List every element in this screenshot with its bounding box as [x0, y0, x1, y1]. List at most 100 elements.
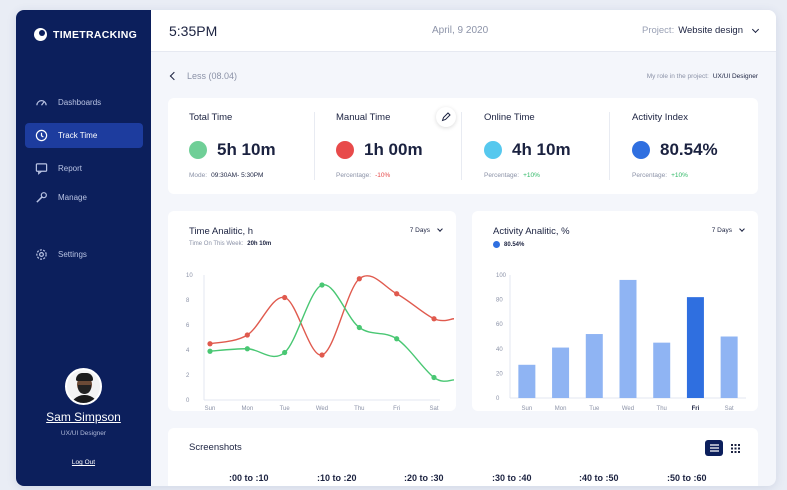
chevron-left-icon	[169, 71, 179, 81]
chat-icon	[35, 163, 48, 175]
status-dot	[189, 141, 207, 159]
sidebar-item-track-time[interactable]: Track Time	[25, 123, 143, 148]
stat-total-time: Total Time 5h 10m Mode: 09:30AM- 5:30PM	[168, 98, 315, 194]
status-dot	[632, 141, 650, 159]
sidebar-item-label: Report	[58, 164, 83, 173]
bar	[518, 364, 536, 398]
view-toggle	[705, 440, 744, 456]
sidebar-item-dashboards[interactable]: Dashboards	[25, 90, 143, 115]
role-value: UX/UI Designer	[712, 73, 758, 80]
list-icon	[709, 444, 719, 452]
slot-label: :50 to :60	[667, 473, 707, 483]
bar	[686, 297, 704, 398]
sidebar-item-label: Settings	[58, 250, 87, 259]
series-line	[209, 275, 455, 356]
stat-value-row: 1h 00m	[336, 140, 423, 160]
screenshots-card: Screenshots :00 to :10 :10 to :20 :20 to…	[168, 428, 758, 486]
stat-sub-value: +10%	[671, 172, 688, 179]
y-tick-label: 4	[186, 348, 190, 354]
stat-activity-index: Activity Index 80.54% Percentage: +10%	[611, 98, 758, 194]
y-tick-label: 6	[186, 323, 190, 329]
project-role: My role in the project: UX/UI Designer	[647, 73, 758, 80]
data-point	[244, 346, 250, 352]
bar	[653, 342, 671, 398]
back-link[interactable]: Less (08.04)	[169, 71, 237, 81]
stat-value-row: 5h 10m	[189, 140, 276, 160]
time-line-chart: 0 2 4 6 8 10 Sun Mon Tue Wed Thu Fri Sat	[186, 273, 455, 411]
stat-sub-label: Percentage:	[484, 172, 520, 179]
x-tick-label: Tue	[280, 406, 291, 411]
stat-online-time: Online Time 4h 10m Percentage: +10%	[463, 98, 610, 194]
bar	[552, 347, 570, 398]
logo[interactable]: TIMETRACKING	[34, 28, 137, 41]
slot-label: :10 to :20	[317, 473, 357, 483]
x-tick-label: Sun	[522, 406, 533, 411]
x-tick-label: Thu	[354, 406, 364, 411]
clock-icon	[35, 129, 48, 142]
project-label: Project:	[642, 25, 675, 36]
activity-bar-chart: 0 20 40 60 80 100 Sun Mon Tue Wed Thu Fri Sat	[496, 273, 746, 411]
y-tick-label: 20	[496, 371, 503, 377]
y-tick-label: 8	[186, 298, 190, 304]
y-tick-label: 100	[496, 273, 507, 279]
stat-title: Total Time	[189, 112, 233, 123]
x-tick-label: Fri	[393, 406, 400, 411]
stat-sub: Percentage: -10%	[336, 172, 390, 179]
y-tick-label: 10	[186, 273, 193, 279]
stat-sub-value: -10%	[375, 172, 391, 179]
stat-value: 80.54%	[660, 140, 718, 159]
stat-sub-value: +10%	[523, 172, 540, 179]
status-dot	[484, 141, 502, 159]
data-point	[431, 316, 437, 322]
stat-value-row: 80.54%	[632, 140, 718, 160]
edit-button[interactable]	[436, 107, 456, 127]
data-point	[319, 352, 325, 358]
status-dot	[336, 141, 354, 159]
x-tick-label: Wed	[316, 406, 328, 411]
y-tick-label: 60	[496, 322, 503, 328]
logo-icon	[34, 28, 47, 41]
sidebar-item-settings[interactable]: Settings	[25, 242, 143, 267]
bar	[619, 279, 637, 398]
stat-sub-label: Mode:	[189, 172, 208, 179]
gear-icon	[36, 249, 47, 260]
stat-title: Online Time	[484, 112, 535, 123]
bar	[720, 336, 738, 398]
x-tick-label: Wed	[622, 406, 634, 411]
data-point	[356, 324, 362, 331]
role-label: My role in the project:	[646, 73, 709, 80]
project-value: Website design	[678, 25, 743, 36]
grid-view-button[interactable]	[726, 440, 744, 456]
card-title: Screenshots	[189, 442, 242, 453]
list-view-button[interactable]	[705, 440, 723, 456]
y-tick-label: 0	[496, 396, 500, 402]
current-date: April, 9 2020	[432, 25, 489, 36]
sidebar-item-manage[interactable]: Manage	[25, 185, 143, 210]
data-point	[207, 341, 213, 347]
y-tick-label: 40	[496, 347, 503, 353]
user-name-link[interactable]: Sam Simpson	[16, 410, 151, 424]
slot-label: :00 to :10	[229, 473, 269, 483]
data-point	[394, 291, 400, 297]
speedometer-icon	[36, 100, 47, 106]
stat-value: 1h 00m	[364, 140, 423, 159]
data-point	[356, 276, 362, 282]
y-tick-label: 80	[496, 298, 503, 304]
stat-sub-label: Percentage:	[632, 172, 668, 179]
project-select[interactable]: Project: Website design	[642, 25, 760, 36]
stats-panel: Total Time 5h 10m Mode: 09:30AM- 5:30PM M…	[168, 98, 758, 194]
x-tick-label: Thu	[657, 406, 667, 411]
avatar[interactable]	[65, 368, 102, 405]
wrench-icon	[36, 192, 47, 203]
stat-sub: Percentage: +10%	[484, 172, 540, 179]
logout-link[interactable]: Log Out	[16, 459, 151, 466]
x-tick-label: Sun	[205, 406, 216, 411]
current-time: 5:35PM	[169, 23, 218, 39]
x-tick-label: Mon	[555, 406, 567, 411]
stat-value: 4h 10m	[512, 140, 571, 159]
pencil-icon	[441, 112, 451, 122]
x-tick-label: Mon	[241, 406, 253, 411]
sidebar-item-label: Track Time	[58, 131, 98, 140]
y-tick-label: 2	[186, 373, 190, 379]
sidebar-item-report[interactable]: Report	[25, 156, 143, 181]
